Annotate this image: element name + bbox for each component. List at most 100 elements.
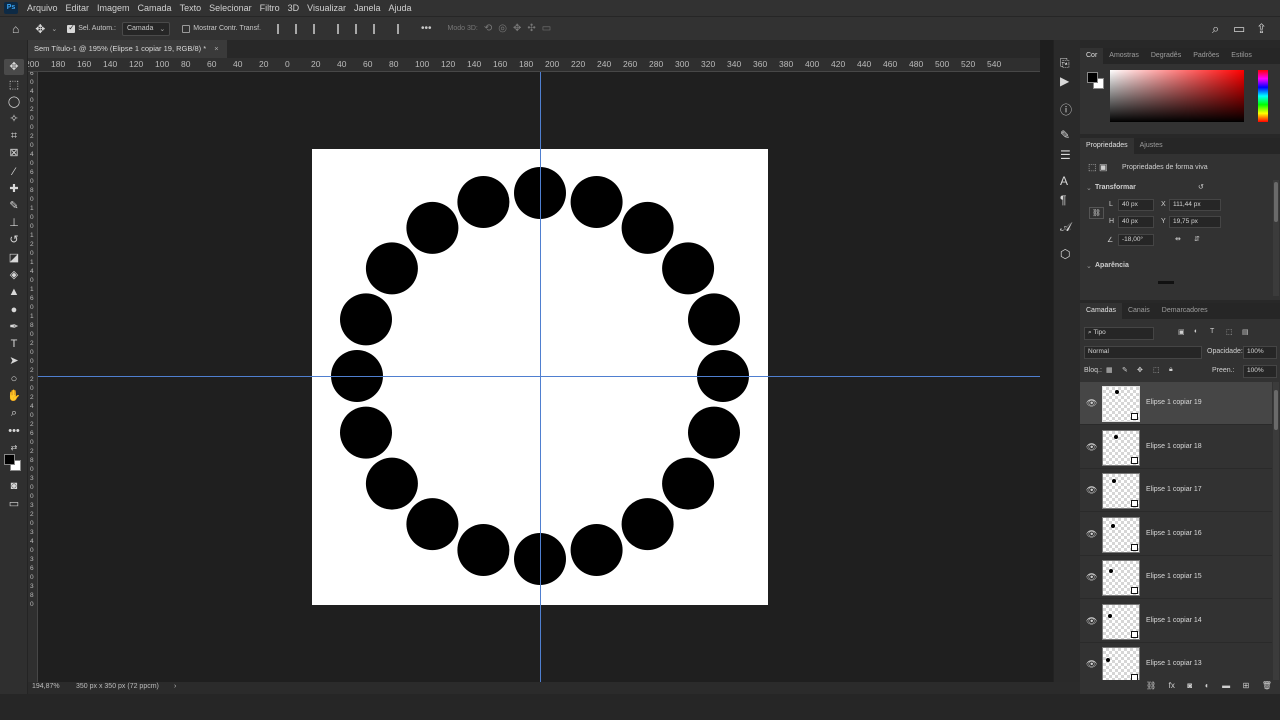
blur-tool-icon[interactable]: ▲	[4, 284, 24, 300]
vertical-guide[interactable]	[540, 72, 541, 682]
eraser-icon[interactable]: ◪	[4, 250, 24, 266]
ellipse-shape[interactable]	[570, 176, 623, 228]
visibility-eye-icon[interactable]: 👁︎	[1086, 398, 1097, 409]
y-field[interactable]: 19,75 px	[1169, 216, 1221, 228]
align-vcenter-icon[interactable]	[354, 23, 367, 34]
layers-scrollbar[interactable]	[1273, 382, 1279, 680]
layer-row[interactable]: 👁︎ Elipse 1 copiar 16	[1080, 512, 1272, 556]
layer-filter-dropdown[interactable]: ⌕ Tipo	[1084, 327, 1154, 340]
type-tool-icon[interactable]: T	[4, 336, 24, 352]
magic-wand-icon[interactable]: ✧	[4, 111, 24, 127]
tab-padroes[interactable]: Padrões	[1187, 48, 1225, 64]
zoom-tool-icon[interactable]: ⌕	[4, 405, 24, 421]
brush-settings-icon[interactable]: ✎	[1060, 128, 1070, 142]
menu-visualizar[interactable]: Visualizar	[303, 0, 350, 16]
color-field[interactable]	[1110, 70, 1244, 122]
menu-ajuda[interactable]: Ajuda	[385, 0, 416, 16]
ellipse-shape[interactable]	[365, 457, 418, 510]
visibility-eye-icon[interactable]: 👁︎	[1086, 572, 1097, 583]
history-brush-icon[interactable]: ↺	[4, 232, 24, 248]
ellipse-shape[interactable]	[340, 293, 392, 346]
add-mask-icon[interactable]: ◙	[1187, 681, 1192, 693]
appearance-chevron-icon[interactable]: ⌄	[1086, 262, 1092, 270]
fg-color-swatch[interactable]	[1087, 72, 1098, 83]
home-icon[interactable]: ⌂	[12, 22, 19, 36]
character-icon[interactable]: A	[1060, 174, 1068, 188]
menu-3d[interactable]: 3D	[284, 0, 304, 16]
filter-pixel-icon[interactable]: ▣	[1178, 328, 1185, 336]
hand-tool-icon[interactable]: ✋	[4, 388, 24, 404]
delete-layer-icon[interactable]: 🗑︎	[1262, 681, 1272, 693]
status-menu-arrow[interactable]: ›	[174, 683, 176, 690]
layer-row[interactable]: 👁︎ Elipse 1 copiar 15	[1080, 556, 1272, 599]
tab-amostras[interactable]: Amostras	[1103, 48, 1145, 64]
tab-propriedades[interactable]: Propriedades	[1080, 138, 1134, 154]
link-icon[interactable]: ⛓	[1089, 207, 1104, 219]
layer-row[interactable]: 👁︎ Elipse 1 copiar 18	[1080, 425, 1272, 469]
ellipse-shape[interactable]	[621, 498, 674, 551]
visibility-eye-icon[interactable]: 👁︎	[1086, 485, 1097, 496]
clone-stamp-icon[interactable]: ⊥	[4, 215, 24, 231]
menu-editar[interactable]: Editar	[62, 0, 94, 16]
properties-scrollbar[interactable]	[1273, 180, 1279, 296]
ellipse-shape[interactable]	[688, 406, 740, 459]
ellipse-shape[interactable]	[662, 457, 715, 510]
fill-field[interactable]: 100%	[1243, 365, 1277, 378]
ellipse-shape[interactable]	[406, 498, 459, 551]
ellipse-shape[interactable]	[406, 201, 459, 254]
menu-camada[interactable]: Camada	[134, 0, 176, 16]
horizontal-ruler[interactable]: 2001801601401201008060402002040608010012…	[28, 58, 1040, 72]
menu-janela[interactable]: Janela	[350, 0, 385, 16]
visibility-eye-icon[interactable]: 👁︎	[1086, 659, 1097, 670]
angle-field[interactable]: -18,00°	[1118, 234, 1154, 246]
move-tool-icon[interactable]: ✥	[35, 22, 45, 36]
flip-vertical-icon[interactable]: ⇵	[1194, 235, 1200, 243]
actions-play-icon[interactable]: ▶	[1060, 74, 1069, 88]
path-selection-icon[interactable]: ➤	[4, 353, 24, 369]
horizontal-guide[interactable]	[38, 376, 1040, 377]
quick-mask-icon[interactable]: ◙	[4, 478, 24, 494]
height-field[interactable]: 40 px	[1118, 216, 1154, 228]
new-layer-icon[interactable]: ⊞	[1243, 681, 1250, 693]
menu-filtro[interactable]: Filtro	[256, 0, 284, 16]
adjust-sliders-icon[interactable]: ☰	[1060, 148, 1071, 162]
move-tool-icon[interactable]: ✥	[4, 59, 24, 75]
paragraph-icon[interactable]: ¶	[1060, 193, 1066, 207]
align-bottom-icon[interactable]	[372, 23, 385, 34]
reset-transform-icon[interactable]: ↺	[1198, 183, 1204, 191]
vertical-ruler[interactable]: 6 0 4 0 2 0 0 2 0 4 0 6 0 8 0 1 0 0 1 2 0 1 4 0 1 6 0 1 8 0 2 0 0 2 2 0 2 4 0 2…	[28, 72, 38, 682]
fx-icon[interactable]: fx	[1169, 681, 1175, 693]
link-layers-icon[interactable]: ⛓	[1146, 681, 1156, 693]
screen-mode-icon[interactable]: ▭	[4, 496, 24, 512]
paint-bucket-icon[interactable]: ◈	[4, 267, 24, 283]
menu-imagem[interactable]: Imagem	[93, 0, 134, 16]
ellipse-shape[interactable]	[457, 524, 510, 576]
tab-ajustes[interactable]: Ajustes	[1134, 138, 1169, 154]
slide-3d-icon[interactable]: ✣	[527, 23, 535, 34]
share-icon[interactable]: ⇪	[1256, 21, 1267, 37]
visibility-eye-icon[interactable]: 👁︎	[1086, 529, 1097, 540]
canvas-area[interactable]	[38, 72, 1040, 682]
ellipse-shape[interactable]	[457, 176, 510, 228]
opacity-field[interactable]: 100%	[1243, 346, 1277, 359]
camera-3d-icon[interactable]: ▭	[542, 23, 551, 34]
lock-pixels-icon[interactable]: ✎	[1122, 366, 1128, 374]
tab-canais[interactable]: Canais	[1122, 303, 1156, 319]
auto-select-checkbox[interactable]: Sel. Autom.:	[67, 23, 116, 33]
eyedropper-icon[interactable]: ⁄	[4, 164, 24, 180]
layer-row[interactable]: 👁︎ Elipse 1 copiar 13	[1080, 643, 1272, 680]
filter-shape-icon[interactable]: ⬚	[1226, 328, 1233, 336]
history-icon[interactable]: ⎘	[1060, 56, 1070, 71]
more-tools-icon[interactable]: •••	[4, 423, 24, 439]
dodge-tool-icon[interactable]: ●	[4, 302, 24, 318]
foreground-color-swatch[interactable]	[4, 454, 15, 465]
pan-3d-icon[interactable]: ✥	[513, 23, 521, 34]
filter-smart-icon[interactable]: ▤	[1242, 328, 1249, 336]
collapse-chevron-icon[interactable]: ⌄	[1086, 184, 1092, 192]
healing-brush-icon[interactable]: ✚	[4, 181, 24, 197]
filter-type-icon[interactable]: T	[1210, 328, 1214, 335]
tab-cor[interactable]: Cor	[1080, 48, 1104, 64]
hue-slider[interactable]	[1258, 70, 1268, 122]
lock-transparent-icon[interactable]: ▦	[1106, 366, 1113, 374]
align-hcenter-icon[interactable]	[294, 23, 307, 34]
